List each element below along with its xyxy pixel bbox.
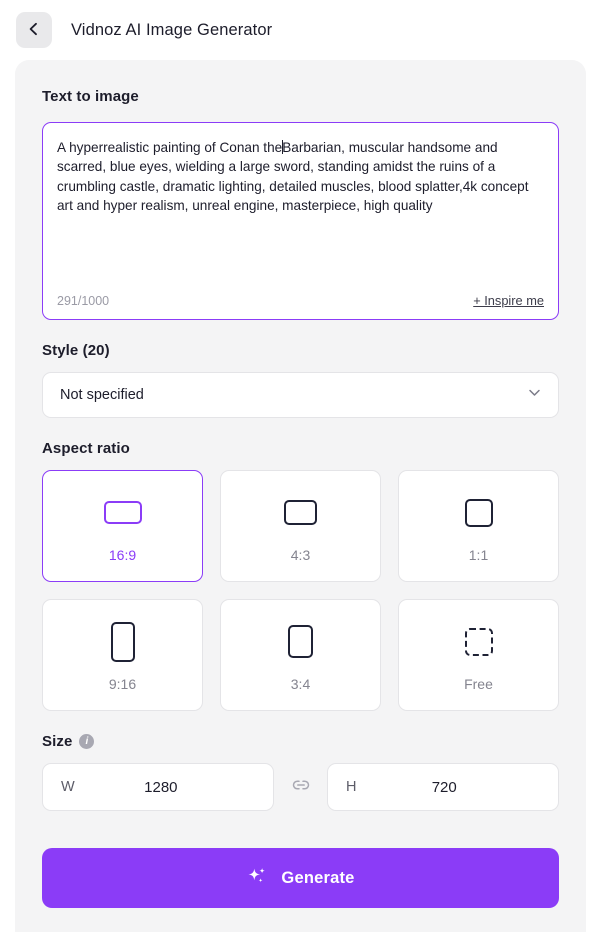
height-prefix-label: H [346, 779, 357, 795]
style-label: Style (20) [42, 342, 110, 359]
aspect-ratio-option-label: 9:16 [108, 675, 137, 692]
chevron-left-icon [26, 21, 42, 40]
width-prefix-label: W [61, 779, 75, 795]
link-chain-icon [290, 774, 312, 801]
size-row: W 1280 H 720 [42, 763, 559, 811]
aspect-ratio-icon-wrap [103, 490, 142, 536]
width-input[interactable]: W 1280 [42, 763, 274, 811]
page-header: Vidnoz AI Image Generator [0, 0, 601, 60]
height-value: 720 [431, 778, 457, 796]
generate-button[interactable]: Generate [42, 848, 559, 908]
aspect-ratio-option-label: 4:3 [290, 546, 311, 563]
prompt-text-before-caret: A hyperrealistic painting of Conan the [57, 140, 283, 155]
aspect-ratio-option-1-1[interactable]: 1:1 [398, 470, 559, 582]
aspect-ratio-icon-wrap [110, 619, 135, 665]
width-value: 1280 [144, 778, 178, 796]
rect-landscape-icon [284, 500, 317, 525]
aspect-ratio-option-label: 3:4 [290, 675, 311, 692]
back-button[interactable] [16, 12, 52, 48]
rect-landscape-icon [103, 501, 142, 524]
inspire-me-link[interactable]: + Inspire me [473, 293, 544, 308]
aspect-ratio-option-label: Free [464, 675, 493, 692]
aspect-ratio-option-4-3[interactable]: 4:3 [220, 470, 381, 582]
aspect-ratio-option-label: 16:9 [108, 546, 137, 563]
aspect-ratio-grid: 16:9 4:3 1:1 9:16 3:4 Free [42, 470, 559, 711]
prompt-text: A hyperrealistic painting of Conan theBa… [57, 138, 544, 216]
info-icon[interactable]: i [79, 734, 95, 749]
aspect-ratio-option-free[interactable]: Free [398, 599, 559, 711]
size-header: Size i [42, 733, 559, 750]
prompt-footer: 291/1000 + Inspire me [57, 293, 544, 308]
rect-portrait-icon [110, 621, 135, 662]
height-input[interactable]: H 720 [327, 763, 559, 811]
prompt-input[interactable]: A hyperrealistic painting of Conan theBa… [42, 122, 559, 320]
generator-panel: Text to image A hyperrealistic painting … [15, 60, 586, 932]
character-counter: 291/1000 [57, 293, 110, 308]
image-generator-page: Vidnoz AI Image Generator Text to image … [0, 0, 601, 932]
page-title: Vidnoz AI Image Generator [71, 20, 273, 39]
aspect-link-toggle[interactable] [274, 774, 327, 801]
aspect-ratio-label: Aspect ratio [42, 440, 130, 457]
aspect-ratio-icon-wrap [288, 619, 313, 665]
sparkle-icon [246, 866, 268, 891]
aspect-ratio-icon-wrap [284, 490, 317, 536]
style-select[interactable]: Not specified [42, 372, 559, 418]
aspect-ratio-option-label: 1:1 [468, 546, 489, 563]
square-icon [464, 498, 493, 527]
dashed-square-icon [464, 627, 493, 656]
aspect-ratio-icon-wrap [464, 490, 493, 536]
size-label: Size [42, 733, 73, 750]
rect-portrait-icon [288, 625, 313, 658]
generate-label: Generate [281, 868, 355, 887]
aspect-ratio-option-3-4[interactable]: 3:4 [220, 599, 381, 711]
text-to-image-label: Text to image [42, 88, 139, 105]
aspect-ratio-icon-wrap [464, 619, 493, 665]
style-selected-value: Not specified [60, 387, 144, 403]
aspect-ratio-option-16-9[interactable]: 16:9 [42, 470, 203, 582]
aspect-ratio-option-9-16[interactable]: 9:16 [42, 599, 203, 711]
chevron-down-icon [526, 384, 543, 406]
